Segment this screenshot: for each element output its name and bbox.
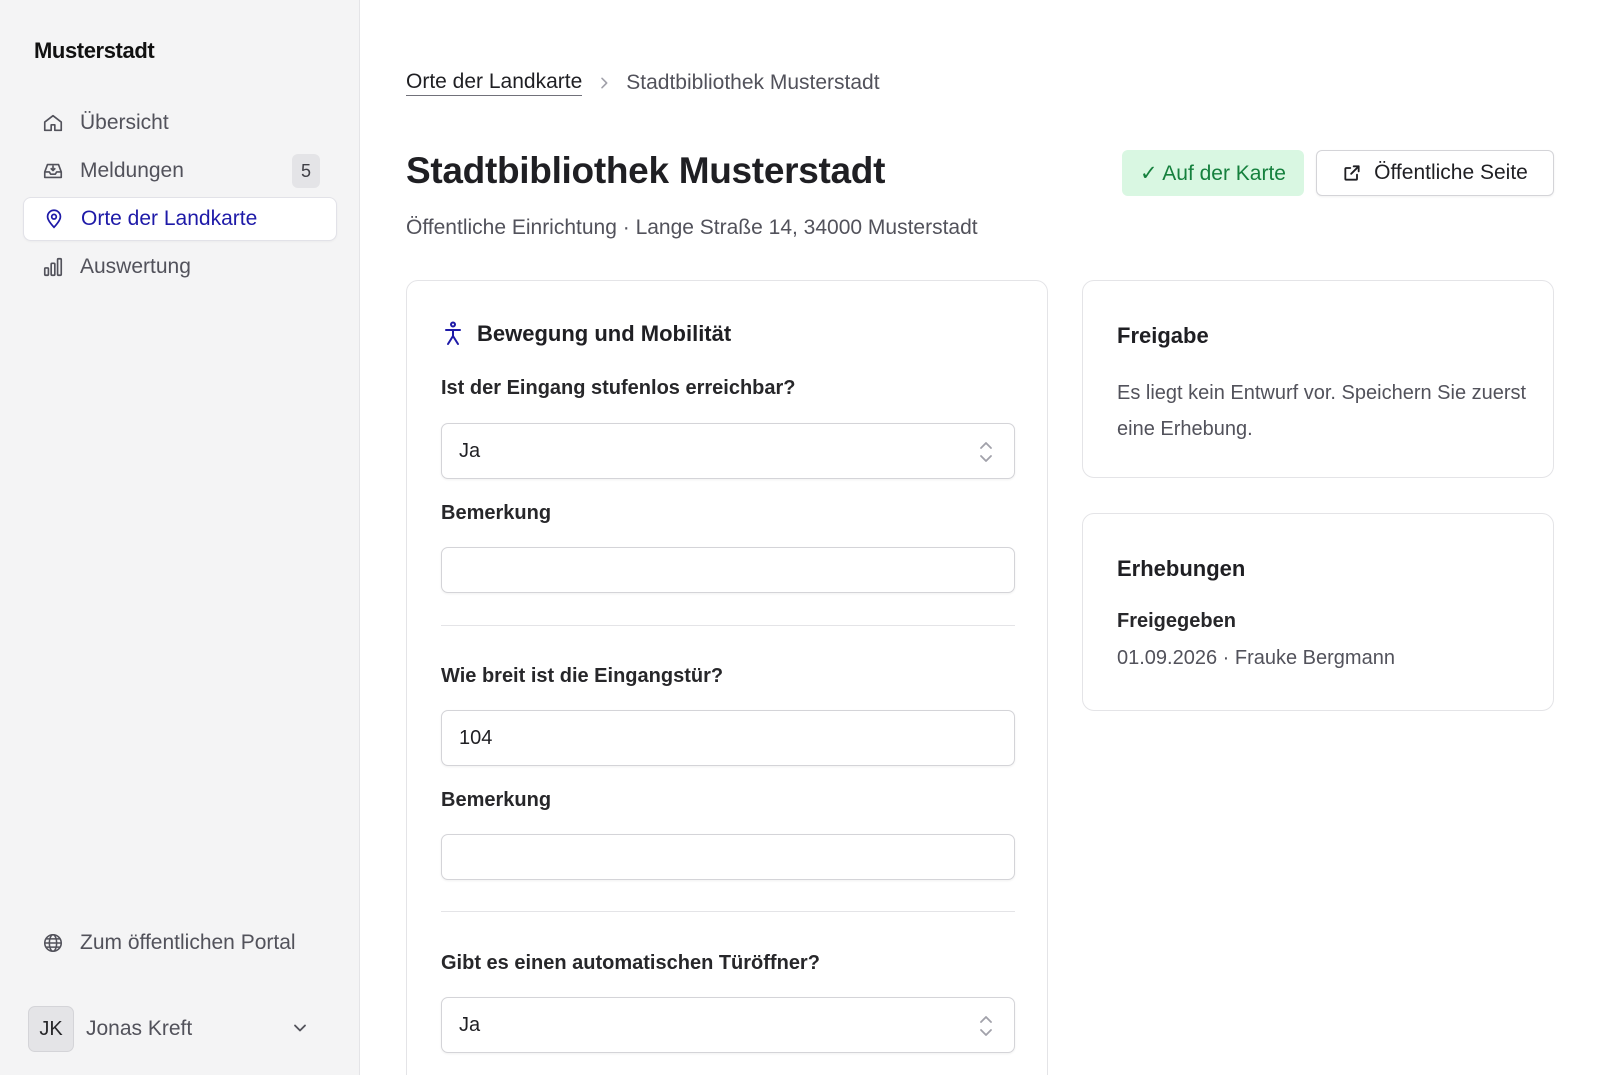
- divider: [441, 625, 1015, 626]
- bar-chart-icon: [41, 255, 65, 279]
- sidebar-item-label: Orte der Landkarte: [81, 207, 258, 230]
- public-page-label: Öffentliche Seite: [1374, 161, 1528, 184]
- select-arrows-icon: [980, 442, 992, 462]
- avatar: JK: [28, 1006, 74, 1052]
- page-subtitle: Öffentliche Einrichtung · Lange Straße 1…: [406, 216, 978, 239]
- select-arrows-icon: [980, 1016, 992, 1036]
- user-name: Jonas Kreft: [86, 1017, 193, 1040]
- main-content: Orte der Landkarte Stadtbibliothek Muste…: [360, 0, 1600, 1075]
- sidebar-item-label: Übersicht: [80, 111, 169, 134]
- map-pin-icon: [42, 207, 66, 231]
- select-value: Ja: [459, 439, 481, 462]
- breadcrumb-link-map-places[interactable]: Orte der Landkarte: [406, 70, 583, 96]
- external-link-icon: [1344, 165, 1360, 181]
- sidebar-item-reports[interactable]: Meldungen 5: [23, 149, 337, 193]
- sidebar-item-analytics[interactable]: Auswertung: [23, 245, 337, 289]
- sidebar: Musterstadt Übersicht Meldungen 5 Orte d…: [0, 0, 360, 1075]
- reports-count-badge: 5: [292, 154, 320, 188]
- remark-label: Bemerkung: [441, 789, 552, 811]
- chevron-right-icon: [601, 77, 608, 89]
- public-portal-label: Zum öffentlichen Portal: [80, 931, 296, 954]
- question-step-free-label: Ist der Eingang stufenlos erreichbar?: [441, 377, 796, 399]
- section-header: Bewegung und Mobilität: [441, 321, 731, 347]
- sidebar-item-map-places[interactable]: Orte der Landkarte: [23, 197, 337, 241]
- sidebar-item-label: Meldungen: [80, 159, 184, 182]
- public-portal-link[interactable]: Zum öffentlichen Portal: [41, 931, 296, 955]
- step-free-select[interactable]: Ja: [441, 423, 1015, 479]
- release-text: Es liegt kein Entwurf vor. Speichern Sie…: [1117, 382, 1527, 440]
- on-map-status-badge: ✓ Auf der Karte: [1122, 150, 1304, 196]
- remark-label: Bemerkung: [441, 502, 552, 524]
- mobility-form-card: Bewegung und Mobilität Ist der Eingang s…: [406, 280, 1048, 1075]
- divider: [441, 911, 1015, 912]
- breadcrumb: Orte der Landkarte Stadtbibliothek Muste…: [406, 70, 880, 96]
- input-value: 104: [459, 726, 493, 749]
- brand-logo-text[interactable]: Musterstadt: [34, 38, 155, 64]
- surveys-card: Erhebungen Freigegeben 01.09.2026 · Frau…: [1082, 513, 1554, 711]
- home-icon: [41, 111, 65, 135]
- sidebar-item-label: Auswertung: [80, 255, 191, 278]
- sidebar-item-overview[interactable]: Übersicht: [23, 101, 337, 145]
- release-card: Freigabe Es liegt kein Entwurf vor. Spei…: [1082, 280, 1554, 478]
- remark-input-2[interactable]: [441, 834, 1015, 880]
- user-menu[interactable]: JK Jonas Kreft: [28, 1006, 324, 1052]
- chevron-down-icon: [294, 1024, 306, 1032]
- section-title: Bewegung und Mobilität: [477, 321, 732, 346]
- survey-status: Freigegeben: [1117, 610, 1236, 632]
- inbox-icon: [41, 159, 65, 183]
- surveys-title: Erhebungen: [1117, 556, 1246, 581]
- page-title: Stadtbibliothek Musterstadt: [406, 150, 886, 191]
- release-title: Freigabe: [1117, 323, 1209, 348]
- select-value: Ja: [459, 1013, 481, 1036]
- question-door-width-label: Wie breit ist die Eingangstür?: [441, 665, 724, 687]
- remark-input-1[interactable]: [441, 547, 1015, 593]
- question-auto-door-label: Gibt es einen automatischen Türöffner?: [441, 952, 820, 974]
- survey-meta: 01.09.2026 · Frauke Bergmann: [1117, 647, 1395, 669]
- breadcrumb-current: Stadtbibliothek Musterstadt: [626, 71, 880, 94]
- globe-icon: [41, 931, 65, 955]
- sidebar-nav: Übersicht Meldungen 5 Orte der Landkarte…: [23, 101, 337, 293]
- public-page-button[interactable]: Öffentliche Seite: [1316, 150, 1554, 196]
- door-width-input[interactable]: 104: [441, 710, 1015, 766]
- accessibility-person-icon: [445, 321, 461, 345]
- auto-door-select[interactable]: Ja: [441, 997, 1015, 1053]
